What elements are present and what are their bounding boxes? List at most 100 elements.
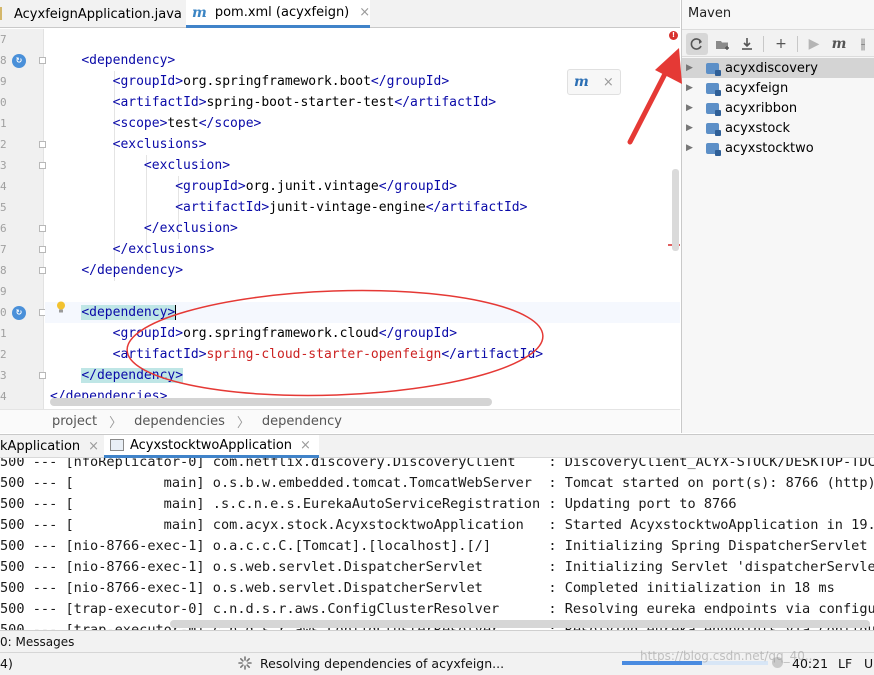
line-number: 7: [0, 33, 7, 46]
file-encoding[interactable]: U: [864, 656, 873, 671]
maven-load-changes-popup[interactable]: m ×: [567, 69, 621, 95]
line-number: 0: [0, 306, 7, 319]
maven-file-icon: m: [192, 4, 207, 21]
line-number: 1: [0, 327, 7, 340]
breadcrumb-item[interactable]: dependency: [262, 414, 342, 429]
line-number: 3: [0, 369, 7, 382]
breadcrumb-item[interactable]: project: [52, 414, 97, 429]
maven-project-label: acyxstock: [725, 120, 790, 136]
maven-project-acyxstocktwo[interactable]: ▶ acyxstocktwo: [682, 138, 874, 158]
maven-toolbar: + ▶ m ⫲: [682, 29, 874, 57]
group-id-value: org.springframework.boot: [183, 74, 371, 89]
breadcrumb-separator: 〉: [109, 416, 123, 431]
maven-dependency-gutter-icon[interactable]: ↻: [12, 306, 26, 320]
breadcrumb-separator: 〉: [236, 416, 250, 431]
error-indicator-icon[interactable]: !: [669, 31, 678, 40]
console-line: 500 --- [trap-executor-0] c.n.d.s.r.aws.…: [0, 601, 874, 617]
maven-goal-icon[interactable]: m: [828, 33, 850, 55]
horizontal-scrollbar[interactable]: [50, 398, 492, 406]
code-line: </dependency>: [81, 368, 184, 383]
artifact-id-value: spring-boot-starter-test: [206, 95, 395, 110]
fold-marker-icon[interactable]: [39, 141, 46, 148]
skip-tests-icon[interactable]: ⫲: [852, 33, 874, 55]
fold-marker-icon[interactable]: [39, 267, 46, 274]
run-tab-acyxstocktwo[interactable]: AcyxstocktwoApplication ×: [104, 435, 319, 458]
maven-project-label: acyxfeign: [725, 80, 789, 96]
line-number: 5: [0, 201, 7, 214]
run-tab-bar: kApplication × AcyxstocktwoApplication ×: [0, 434, 874, 458]
download-icon[interactable]: [736, 33, 758, 55]
code-line: <groupId>org.springframework.cloud</grou…: [112, 326, 458, 341]
expand-arrow-icon[interactable]: ▶: [686, 103, 698, 113]
fold-marker-icon[interactable]: [39, 225, 46, 232]
console-line: 500 --- [nio-8766-exec-1] o.s.web.servle…: [0, 580, 835, 596]
code-editor[interactable]: 7 8 9 0 1 2 3 4 5 6 7 8 9 0 1 2 3 4 ↻ ↻: [0, 29, 680, 409]
tab-acyxfeign-application[interactable]: AcyxfeignApplication.java ×: [0, 0, 203, 28]
messages-tab[interactable]: 0: Messages: [0, 635, 74, 649]
line-number: 3: [0, 159, 7, 172]
expand-arrow-icon[interactable]: ▶: [686, 63, 698, 73]
maven-project-label: acyxstocktwo: [725, 140, 814, 156]
fold-marker-icon[interactable]: [39, 162, 46, 169]
reload-icon[interactable]: [686, 33, 708, 55]
console-line: 500 --- [nfoReplicator-0] com.netflix.di…: [0, 458, 874, 470]
maven-tool-window: Maven + ▶ m ⫲ ▶ acyxdiscovery ▶ acyxfeig…: [681, 0, 874, 433]
line-number: 9: [0, 285, 7, 298]
editor-tab-bar: AcyxfeignApplication.java × m pom.xml (a…: [0, 0, 680, 28]
breadcrumb-item[interactable]: dependencies: [134, 414, 225, 429]
close-icon[interactable]: ×: [603, 75, 614, 90]
expand-arrow-icon[interactable]: ▶: [686, 143, 698, 153]
scope-value: test: [167, 116, 199, 131]
line-number: 7: [0, 243, 7, 256]
maven-project-acyxstock[interactable]: ▶ acyxstock: [682, 118, 874, 138]
maven-project-acyxribbon[interactable]: ▶ acyxribbon: [682, 98, 874, 118]
vertical-scrollbar[interactable]: [672, 169, 679, 251]
run-icon[interactable]: ▶: [803, 33, 825, 55]
close-icon[interactable]: ×: [359, 5, 370, 20]
background-task-message[interactable]: Resolving dependencies of acyxfeign...: [260, 656, 504, 671]
status-left-text: 4): [0, 656, 13, 671]
line-number: 4: [0, 180, 7, 193]
expand-arrow-icon[interactable]: ▶: [686, 123, 698, 133]
run-tab-label: kApplication: [0, 439, 81, 454]
line-number: 2: [0, 348, 7, 361]
maven-project-icon: [706, 62, 721, 76]
tab-pom-xml[interactable]: m pom.xml (acyxfeign) ×: [186, 0, 371, 28]
fold-marker-icon[interactable]: [39, 372, 46, 379]
line-number: 8: [0, 54, 7, 67]
console-line: 500 --- [ main] com.acyx.stock.Acyxstock…: [0, 517, 874, 533]
fold-marker-icon[interactable]: [39, 57, 46, 64]
console-output[interactable]: 500 --- [nfoReplicator-0] com.netflix.di…: [0, 458, 874, 630]
console-line: 500 --- [nio-8766-exec-1] o.a.c.c.C.[Tom…: [0, 538, 874, 554]
maven-reload-icon[interactable]: m: [574, 74, 589, 90]
maven-dependency-gutter-icon[interactable]: ↻: [12, 54, 26, 68]
maven-panel-title: Maven: [688, 6, 732, 21]
spinner-icon: [238, 656, 252, 670]
line-gutter: 7 8 9 0 1 2 3 4 5 6 7 8 9 0 1 2 3 4 ↻ ↻: [0, 29, 46, 409]
line-separator[interactable]: LF: [838, 656, 852, 671]
maven-project-acyxfeign[interactable]: ▶ acyxfeign: [682, 78, 874, 98]
plus-icon[interactable]: +: [770, 33, 792, 55]
maven-project-icon: [706, 122, 721, 136]
application-icon: [110, 439, 124, 451]
line-number: 8: [0, 264, 7, 277]
console-horizontal-scrollbar[interactable]: [170, 620, 870, 628]
fold-marker-icon[interactable]: [39, 246, 46, 253]
code-line: <dependency>: [81, 53, 176, 68]
group-id-value: org.springframework.cloud: [183, 326, 379, 341]
code-line: <scope>test</scope>: [112, 116, 262, 131]
code-line: <dependency>: [81, 305, 177, 320]
watermark: https://blog.csdn.net/qq_40...: [640, 649, 817, 663]
artifact-id-value: junit-vintage-engine: [269, 200, 426, 215]
maven-project-acyxdiscovery[interactable]: ▶ acyxdiscovery: [682, 58, 874, 78]
text-caret: [175, 305, 177, 320]
code-line: </dependency>: [81, 263, 184, 278]
close-icon[interactable]: ×: [88, 439, 99, 454]
maven-project-icon: [706, 102, 721, 116]
console-line: 500 --- [ main] .s.c.n.e.s.EurekaAutoSer…: [0, 496, 737, 512]
run-tab-application[interactable]: kApplication ×: [0, 435, 99, 458]
add-folder-icon[interactable]: [711, 33, 733, 55]
close-icon[interactable]: ×: [300, 438, 311, 453]
code-line: <artifactId>spring-boot-starter-test</ar…: [112, 95, 497, 110]
expand-arrow-icon[interactable]: ▶: [686, 83, 698, 93]
